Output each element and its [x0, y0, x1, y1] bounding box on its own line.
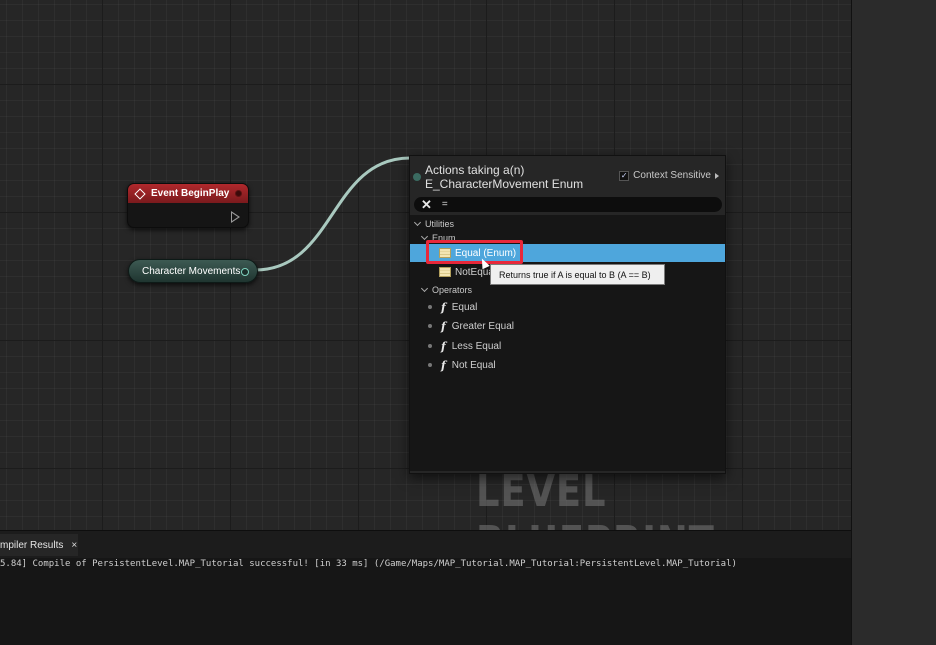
action-item-less-equal[interactable]: f Less Equal [410, 337, 725, 355]
tab-label: mpiler Results [0, 539, 64, 551]
action-menu: Actions taking a(n) E_CharacterMovement … [409, 155, 726, 474]
bullet-icon [428, 305, 432, 309]
context-sensitive-label: Context Sensitive [633, 170, 711, 181]
highlight-box [426, 240, 523, 264]
compiler-log: 5.84] Compile of PersistentLevel.MAP_Tut… [0, 558, 851, 645]
bullet-icon [428, 344, 432, 348]
compiler-results-panel: mpiler Results × 5.84] Compile of Persis… [0, 530, 851, 645]
event-node-title: Event BeginPlay [151, 188, 230, 199]
search-value[interactable]: = [442, 199, 448, 210]
event-beginplay-node[interactable]: Event BeginPlay [127, 183, 249, 228]
action-item-equal[interactable]: f Equal [410, 298, 725, 316]
enum-icon [439, 267, 451, 277]
variable-node-label: Character Movements [142, 265, 241, 277]
enum-output-pin-icon[interactable] [241, 268, 249, 276]
event-diamond-icon [134, 187, 146, 200]
bullet-icon [428, 363, 432, 367]
details-panel [851, 0, 936, 645]
action-item-not-equal[interactable]: f Not Equal [410, 356, 725, 374]
function-icon: f [441, 358, 446, 372]
blueprint-graph-canvas[interactable]: Event BeginPlay Character Movements LEVE… [0, 0, 851, 530]
action-item-greater-equal[interactable]: f Greater Equal [410, 317, 725, 335]
caret-right-icon [715, 172, 719, 179]
chevron-down-icon [413, 218, 422, 227]
checkbox-checked-icon[interactable]: ✓ [619, 170, 630, 181]
bullet-icon [428, 324, 432, 328]
enum-type-dot-icon [413, 173, 421, 181]
action-menu-title: Actions taking a(n) E_CharacterMovement … [425, 163, 584, 191]
action-search-input[interactable]: ✕ = [414, 197, 722, 212]
function-icon: f [441, 300, 446, 314]
function-icon: f [441, 319, 446, 333]
delegate-pin-icon[interactable] [235, 190, 242, 197]
action-tooltip: Returns true if A is equal to B (A == B) [490, 264, 665, 285]
chevron-down-icon [420, 232, 429, 241]
exec-output-pin-icon[interactable] [231, 211, 240, 223]
log-line: 5.84] Compile of PersistentLevel.MAP_Tut… [0, 559, 737, 569]
chevron-down-icon [420, 284, 429, 293]
character-movements-variable-node[interactable]: Character Movements [128, 259, 258, 283]
event-node-header: Event BeginPlay [128, 184, 248, 203]
tab-compiler-results[interactable]: mpiler Results × [0, 534, 78, 556]
close-icon[interactable]: × [71, 540, 77, 551]
function-icon: f [441, 339, 446, 353]
clear-x-icon[interactable]: ✕ [421, 198, 432, 211]
level-blueprint-watermark: LEVEL BLUEPRINT [476, 466, 714, 530]
context-sensitive-toggle[interactable]: ✓ Context Sensitive [619, 170, 719, 181]
